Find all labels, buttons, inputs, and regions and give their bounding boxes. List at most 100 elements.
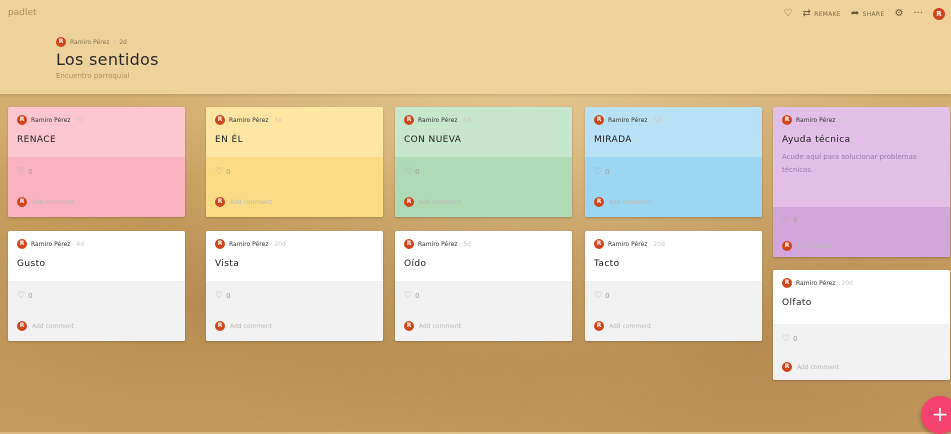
post-card[interactable]: R Ramiro Pérez 20d Vista ♡ 0 R Add comment (206, 231, 383, 341)
post-author: R Ramiro Pérez 20d (782, 278, 941, 288)
user-avatar[interactable]: R (933, 8, 945, 20)
post-card[interactable]: R Ramiro Pérez 20d Olfato ♡ 0 R Add commen… (773, 270, 950, 380)
commenter-avatar: R (782, 362, 792, 372)
post-title: Oído (404, 259, 427, 269)
more-options-button[interactable]: ··· (913, 9, 923, 19)
heart-icon[interactable]: ♡ (783, 9, 792, 19)
board-age: 2d (119, 38, 127, 46)
post-title: Olfato (782, 298, 812, 308)
post-card[interactable]: R Ramiro Pérez 2d Ayuda técnica Acude aq… (773, 107, 950, 257)
author-avatar: R (594, 239, 604, 249)
post-time: 5d (653, 116, 662, 124)
like-button[interactable]: ♡ 0 (585, 291, 762, 301)
heart-icon: ♡ (404, 291, 413, 301)
post-card[interactable]: R Ramiro Pérez 5d RENACE ♡ 0 R Add comment (8, 107, 185, 217)
add-comment-field[interactable]: R Add comment (206, 197, 383, 207)
author-avatar: R (404, 115, 414, 125)
board-meta: R Ramiro Pérez · 2d (56, 37, 127, 47)
toolbar: ♡ ⇄ REMAKE ➦ SHARE ⚙ ··· R (783, 8, 945, 20)
remake-label: REMAKE (814, 10, 841, 18)
post-time: 20d (653, 240, 665, 248)
gear-icon[interactable]: ⚙ (894, 9, 903, 19)
add-comment-field[interactable]: R Add comment (585, 321, 762, 331)
like-button[interactable]: ♡ 0 (8, 291, 185, 301)
share-button[interactable]: ➦ SHARE (851, 9, 885, 19)
post-card[interactable]: R Ramiro Pérez 5d MIRADA ♡ 0 R Add comment (585, 107, 762, 217)
commenter-avatar: R (17, 321, 27, 331)
like-button[interactable]: ♡ 0 (773, 215, 950, 225)
post-author: R Ramiro Pérez 20d (594, 239, 753, 249)
add-comment-field[interactable]: R Add comment (206, 321, 383, 331)
post-title: Gusto (17, 259, 46, 269)
author-avatar: R (56, 37, 66, 47)
add-comment-field[interactable]: R Add comment (8, 321, 185, 331)
meta-separator: · (113, 38, 116, 46)
like-button[interactable]: ♡ 0 (395, 167, 572, 177)
heart-icon: ♡ (17, 291, 26, 301)
author-avatar: R (215, 115, 225, 125)
post-author: R Ramiro Pérez 5d (17, 115, 176, 125)
like-button[interactable]: ♡ 0 (395, 291, 572, 301)
page-title: Los sentidos (56, 50, 159, 69)
author-avatar: R (215, 239, 225, 249)
remake-icon: ⇄ (802, 8, 812, 19)
post-author: R Ramiro Pérez 2d (782, 115, 941, 125)
commenter-avatar: R (17, 197, 27, 207)
add-comment-field[interactable]: R Add comment (773, 241, 950, 251)
heart-icon: ♡ (404, 167, 413, 177)
post-title: EN ÉL (215, 135, 243, 145)
post-author: R Ramiro Pérez 5d (404, 115, 563, 125)
like-button[interactable]: ♡ 0 (206, 167, 383, 177)
board-author: Ramiro Pérez (70, 38, 110, 46)
post-title: RENACE (17, 135, 57, 145)
like-button[interactable]: ♡ 0 (585, 167, 762, 177)
post-title: Tacto (594, 259, 620, 269)
padlet-logo[interactable]: padlet (8, 8, 37, 18)
author-avatar: R (17, 115, 27, 125)
author-avatar: R (404, 239, 414, 249)
post-card[interactable]: R Ramiro Pérez 5d Oído ♡ 0 R Add comment (395, 231, 572, 341)
heart-icon: ♡ (215, 167, 224, 177)
commenter-avatar: R (782, 241, 792, 251)
commenter-avatar: R (215, 197, 225, 207)
add-comment-field[interactable]: R Add comment (395, 197, 572, 207)
author-avatar: R (594, 115, 604, 125)
commenter-avatar: R (215, 321, 225, 331)
post-author: R Ramiro Pérez 5d (404, 239, 563, 249)
post-card[interactable]: R Ramiro Pérez 20d Tacto ♡ 0 R Add comment (585, 231, 762, 341)
post-title: MIRADA (594, 135, 632, 145)
page-subtitle: Encuentro parroquial (56, 72, 130, 80)
heart-icon: ♡ (782, 215, 791, 225)
commenter-avatar: R (594, 197, 604, 207)
post-title: Vista (215, 259, 240, 269)
post-time: 5d (274, 116, 283, 124)
post-title: Ayuda técnica (782, 135, 851, 145)
post-card[interactable]: R Ramiro Pérez 5d CON NUEVA ♡ 0 R Add comm… (395, 107, 572, 217)
add-comment-field[interactable]: R Add comment (395, 321, 572, 331)
post-author: R Ramiro Pérez 4d (17, 239, 176, 249)
like-button[interactable]: ♡ 0 (8, 167, 185, 177)
add-comment-field[interactable]: R Add comment (773, 362, 950, 372)
post-author: R Ramiro Pérez 20d (215, 239, 374, 249)
author-avatar: R (782, 115, 792, 125)
remake-button[interactable]: ⇄ REMAKE (802, 9, 840, 19)
post-time: 5d (76, 116, 85, 124)
post-time: 20d (274, 240, 286, 248)
post-author: R Ramiro Pérez 5d (594, 115, 753, 125)
post-time: 4d (76, 240, 85, 248)
add-comment-field[interactable]: R Add comment (8, 197, 185, 207)
post-time: 5d (463, 240, 472, 248)
commenter-avatar: R (404, 321, 414, 331)
commenter-avatar: R (404, 197, 414, 207)
board-header: padlet ♡ ⇄ REMAKE ➦ SHARE ⚙ ··· R R Rami… (0, 0, 951, 94)
add-post-button[interactable]: + (921, 396, 951, 434)
post-card[interactable]: R Ramiro Pérez 5d EN ÉL ♡ 0 R Add comment (206, 107, 383, 217)
add-comment-field[interactable]: R Add comment (585, 197, 762, 207)
heart-icon: ♡ (17, 167, 26, 177)
post-body: Acude aquí para solucionar problemas téc… (782, 153, 917, 174)
like-button[interactable]: ♡ 0 (773, 334, 950, 344)
post-card[interactable]: R Ramiro Pérez 4d Gusto ♡ 0 R Add comment (8, 231, 185, 341)
like-button[interactable]: ♡ 0 (206, 291, 383, 301)
heart-icon: ♡ (782, 334, 791, 344)
heart-icon: ♡ (594, 291, 603, 301)
